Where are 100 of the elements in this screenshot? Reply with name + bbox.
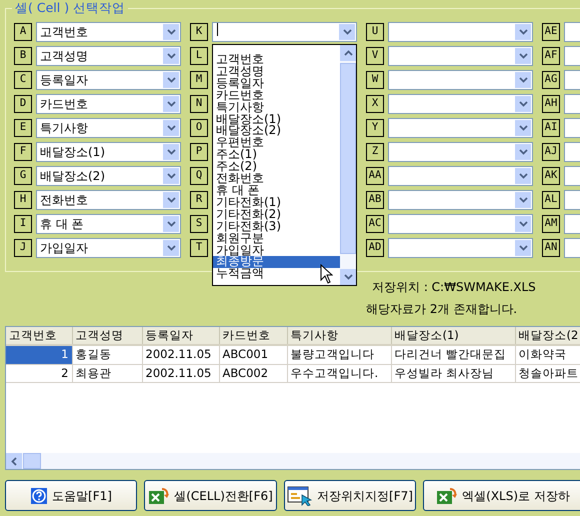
chevron-down-icon[interactable] [515,48,531,64]
scroll-left-button[interactable] [6,453,22,469]
chevron-down-icon[interactable] [163,216,179,232]
list-item[interactable]: 누적금액 [213,268,340,280]
combo-box[interactable]: 휴 대 폰 [36,214,181,234]
chevron-down-icon[interactable] [515,72,531,88]
column-label: AJ [542,143,560,161]
table-cell: 우수고객입니다. [287,364,391,382]
column-label: H [14,191,32,209]
list-item[interactable]: 최종방문 [213,256,340,268]
list-item[interactable]: 주소(1) [213,149,340,162]
column-header[interactable]: 특기사항 [287,327,391,346]
column-label: Y [366,119,384,137]
combo-box[interactable] [388,190,533,210]
column-header[interactable]: 배달장소(1) [391,327,515,346]
scroll-up-button[interactable] [340,45,356,61]
combo-box[interactable]: 고객성명 [36,46,181,66]
toolbar-button[interactable]: 엑셀(XLS)로 저장하 [423,480,580,511]
list-item[interactable]: 기타전화(2) [213,208,340,221]
column-header[interactable]: 고객성명 [72,327,142,346]
scrollbar[interactable] [6,453,580,469]
column-label: J [14,239,32,257]
chevron-down-icon[interactable] [163,96,179,112]
combo-box[interactable] [388,70,533,90]
spreadsheet-icon [436,486,458,504]
combo-box[interactable] [388,142,533,162]
combo-box[interactable] [388,166,533,186]
combo-box[interactable]: 배달장소(1) [36,142,181,162]
combo-box[interactable] [388,94,533,114]
combo-box[interactable]: 고객번호 [36,22,181,42]
chevron-down-icon[interactable] [163,168,179,184]
list-item[interactable]: 카드번호 [213,90,340,102]
combo-box[interactable]: 카드번호 [36,94,181,114]
chevron-down-icon[interactable] [163,144,179,160]
column-header[interactable]: 고객번호 [6,327,72,346]
chevron-down-icon[interactable] [515,96,531,112]
chevron-down-icon[interactable] [515,216,531,232]
chevron-down-icon[interactable] [515,192,531,208]
column-label: I [14,215,32,233]
column-label: R [190,191,208,209]
table-cell: 2 [6,364,72,382]
list-item[interactable]: 특기사항 [213,102,340,114]
list-item[interactable]: 고객번호 [213,54,340,66]
column-header[interactable]: 카드번호 [219,327,287,346]
scroll-down-button[interactable] [340,269,356,285]
combo-box[interactable] [212,22,357,42]
column-label: W [366,71,384,89]
chevron-down-icon[interactable] [163,120,179,136]
list-item[interactable]: 기타전화(3) [213,220,340,233]
chevron-down-icon[interactable] [515,240,531,256]
text-cursor [217,23,218,36]
toolbar-button[interactable]: 셀(CELL)전환[F6] [144,480,277,511]
list-item[interactable]: 고객성명 [213,66,340,78]
column-header[interactable]: 등록일자 [142,327,219,346]
chevron-down-icon[interactable] [163,240,179,256]
chevron-down-icon[interactable] [515,144,531,160]
chevron-down-icon[interactable] [163,24,179,40]
column-label: AE [542,23,560,41]
chevron-down-icon[interactable] [163,48,179,64]
combo-box[interactable]: 등록일자 [36,70,181,90]
chevron-down-icon[interactable] [515,120,531,136]
chevron-down-icon[interactable] [515,24,531,40]
combo-box[interactable] [388,118,533,138]
list-item[interactable]: 등록일자 [213,78,340,90]
chevron-down-icon[interactable] [515,168,531,184]
column-label: AH [542,95,560,113]
column-label: X [366,95,384,113]
table-cell: 홍길동 [72,345,142,364]
scrollbar[interactable] [340,45,356,285]
scroll-thumb[interactable] [340,63,356,254]
combo-box[interactable] [388,46,533,66]
scroll-thumb[interactable] [23,453,41,469]
combo-box[interactable] [388,22,533,42]
toolbar-button[interactable]: 저장위치지정[F7] [284,480,416,511]
chevron-down-icon[interactable] [339,24,355,40]
combo-box[interactable]: 배달장소(2) [36,166,181,186]
list-item[interactable]: 배달장소(1) [213,114,340,126]
list-item[interactable]: 주소(2) [213,161,340,174]
chevron-down-icon[interactable] [163,72,179,88]
list-item[interactable]: 전화번호 [213,173,340,185]
list-item[interactable]: 가입일자 [213,244,340,256]
list-item[interactable]: 배달장소(2) [213,125,340,138]
list-item[interactable]: 우편번호 [213,137,340,150]
list-item[interactable]: 기타전화(1) [213,196,340,209]
combo-box[interactable] [388,238,533,258]
column-header[interactable]: 배달장소(2 [515,327,580,346]
combo-box[interactable] [388,214,533,234]
list-item[interactable]: 휴 대 폰 [213,184,340,197]
column-label: N [190,95,208,113]
combo-box[interactable]: 가입일자 [36,238,181,258]
combo-box[interactable]: 특기사항 [36,118,181,138]
list-item[interactable]: 회원구분 [213,232,340,244]
column-label: F [14,143,32,161]
column-label: L [190,47,208,65]
column-label: AC [366,215,384,233]
combo-box[interactable]: 전화번호 [36,190,181,210]
window-pointer-icon [287,486,314,506]
toolbar-button[interactable]: 도움말[F1] [5,480,137,511]
column-label: AL [542,191,560,209]
chevron-down-icon[interactable] [163,192,179,208]
